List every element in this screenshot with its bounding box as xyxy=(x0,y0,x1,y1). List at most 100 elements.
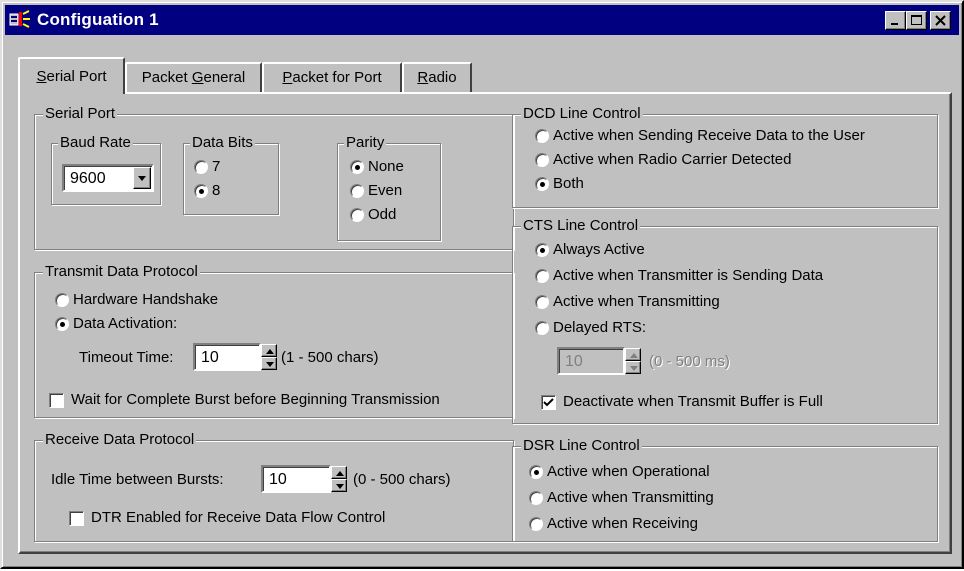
arrow-up-icon xyxy=(336,471,344,476)
cts-sending-radio[interactable] xyxy=(535,269,549,283)
tab-packet-general[interactable]: Packet General xyxy=(125,62,262,92)
tab-label-accel: R xyxy=(417,69,429,86)
delayed-rts-input[interactable]: 10 xyxy=(557,347,625,375)
parity-none-label: None xyxy=(368,158,404,175)
deactivate-buffer-label: Deactivate when Transmit Buffer is Full xyxy=(563,393,823,410)
parity-title: Parity xyxy=(344,134,387,152)
radio-selected-dot xyxy=(60,322,65,327)
data-bits-group: Data Bits 7 8 xyxy=(183,134,279,215)
spin-up-button[interactable] xyxy=(261,344,277,357)
cts-sending-label: Active when Transmitter is Sending Data xyxy=(553,267,824,284)
dtr-enabled-label: DTR Enabled for Receive Data Flow Contro… xyxy=(91,509,386,526)
cts-transmitting-radio[interactable] xyxy=(535,295,549,309)
delayed-rts-range: (0 - 500 ms) xyxy=(649,353,730,370)
transmit-protocol-group: Transmit Data Protocol Hardware Handshak… xyxy=(34,263,514,418)
cts-line-control-group: CTS Line Control Always Active Active wh… xyxy=(512,217,938,424)
dtr-enabled-checkbox[interactable] xyxy=(69,511,84,526)
spin-up-button[interactable] xyxy=(331,466,347,479)
dsr-operational-radio[interactable] xyxy=(529,465,543,479)
parity-even-radio[interactable] xyxy=(350,184,364,198)
chevron-down-icon xyxy=(138,176,146,181)
data-bits-8-radio[interactable] xyxy=(194,184,208,198)
receive-protocol-group: Receive Data Protocol Idle Time between … xyxy=(34,431,514,542)
dcd-carrier-label: Active when Radio Carrier Detected xyxy=(553,151,792,168)
close-button[interactable] xyxy=(930,11,951,30)
deactivate-buffer-checkbox[interactable] xyxy=(541,395,556,410)
wait-burst-checkbox[interactable] xyxy=(49,393,64,408)
timeout-time-spinner[interactable] xyxy=(261,344,277,370)
arrow-up-icon xyxy=(266,349,274,354)
arrow-up-icon xyxy=(630,353,638,358)
baud-rate-title: Baud Rate xyxy=(58,134,133,152)
config-window: Configuation 1 Serial Port Packet Genera… xyxy=(0,0,964,569)
tab-label: Packet xyxy=(141,69,192,86)
idle-range-label: (0 - 500 chars) xyxy=(353,471,451,488)
tab-packet-for-port[interactable]: Packet for Port xyxy=(262,62,402,92)
parity-even-label: Even xyxy=(368,182,403,199)
dsr-transmitting-radio[interactable] xyxy=(529,491,543,505)
tab-label-accel: G xyxy=(191,69,204,86)
radio-selected-dot xyxy=(540,182,545,187)
dcd-line-control-title: DCD Line Control xyxy=(521,105,643,123)
checkmark-icon xyxy=(543,398,554,407)
spin-down-button[interactable] xyxy=(331,479,347,492)
idle-time-input[interactable]: 10 xyxy=(261,465,331,493)
dcd-line-control-group: DCD Line Control Active when Sending Rec… xyxy=(512,105,938,208)
data-bits-title: Data Bits xyxy=(190,134,255,152)
baud-rate-select[interactable]: 9600 xyxy=(62,164,154,192)
idle-time-spinner[interactable] xyxy=(331,466,347,492)
wait-burst-label: Wait for Complete Burst before Beginning… xyxy=(71,391,440,408)
tab-label: adio xyxy=(428,69,457,86)
maximize-icon xyxy=(911,15,922,25)
transmit-protocol-title: Transmit Data Protocol xyxy=(43,263,200,281)
tab-radio[interactable]: Radio xyxy=(402,62,472,92)
spin-down-button[interactable] xyxy=(625,361,641,374)
dsr-receiving-radio[interactable] xyxy=(529,517,543,531)
tab-label: acket for Port xyxy=(292,69,382,86)
dsr-line-control-title: DSR Line Control xyxy=(521,437,642,455)
cts-always-radio[interactable] xyxy=(535,243,549,257)
app-icon xyxy=(9,10,30,28)
tab-label: eneral xyxy=(203,69,246,86)
baud-rate-group: Baud Rate 9600 xyxy=(51,134,161,205)
data-activation-radio[interactable] xyxy=(55,317,69,331)
minimize-button[interactable] xyxy=(885,11,906,30)
dcd-sending-label: Active when Sending Receive Data to the … xyxy=(553,127,865,144)
parity-odd-radio[interactable] xyxy=(350,208,364,222)
spin-down-button[interactable] xyxy=(261,357,277,370)
spin-up-button[interactable] xyxy=(625,348,641,361)
data-bits-8-label: 8 xyxy=(212,182,221,199)
serial-port-panel: Serial Port Baud Rate 9600 Data Bits 7 8 xyxy=(18,92,952,554)
dcd-both-radio[interactable] xyxy=(535,177,549,191)
hardware-handshake-radio[interactable] xyxy=(55,293,69,307)
timeout-time-input[interactable]: 10 xyxy=(193,343,261,371)
parity-group: Parity None Even Odd xyxy=(337,134,441,241)
baud-rate-dropdown-button[interactable] xyxy=(133,167,151,189)
dsr-operational-label: Active when Operational xyxy=(547,463,710,480)
timeout-time-label: Timeout Time: xyxy=(79,349,174,366)
dcd-carrier-radio[interactable] xyxy=(535,153,549,167)
receive-protocol-title: Receive Data Protocol xyxy=(43,431,197,449)
title-bar[interactable]: Configuation 1 xyxy=(5,5,959,35)
cts-transmitting-label: Active when Transmitting xyxy=(553,293,720,310)
baud-rate-value: 9600 xyxy=(70,170,106,187)
timeout-range-label: (1 - 500 chars) xyxy=(281,349,379,366)
serial-port-group: Serial Port Baud Rate 9600 Data Bits 7 8 xyxy=(34,105,514,250)
tab-serial-port[interactable]: Serial Port xyxy=(18,57,125,94)
dcd-sending-radio[interactable] xyxy=(535,129,549,143)
dsr-line-control-group: DSR Line Control Active when Operational… xyxy=(512,437,938,542)
cts-delayed-radio[interactable] xyxy=(535,321,549,335)
radio-selected-dot xyxy=(534,470,539,475)
delayed-rts-spinner[interactable] xyxy=(625,348,641,374)
delayed-rts-value: 10 xyxy=(565,353,583,370)
serial-port-title: Serial Port xyxy=(43,105,118,123)
cts-always-label: Always Active xyxy=(553,241,645,258)
parity-none-radio[interactable] xyxy=(350,160,364,174)
data-activation-label: Data Activation: xyxy=(73,315,178,332)
hardware-handshake-label: Hardware Handshake xyxy=(73,291,219,308)
data-bits-7-radio[interactable] xyxy=(194,160,208,174)
maximize-button[interactable] xyxy=(906,11,927,30)
timeout-time-value: 10 xyxy=(201,349,219,366)
dsr-receiving-label: Active when Receiving xyxy=(547,515,698,532)
window-title: Configuation 1 xyxy=(37,10,159,29)
